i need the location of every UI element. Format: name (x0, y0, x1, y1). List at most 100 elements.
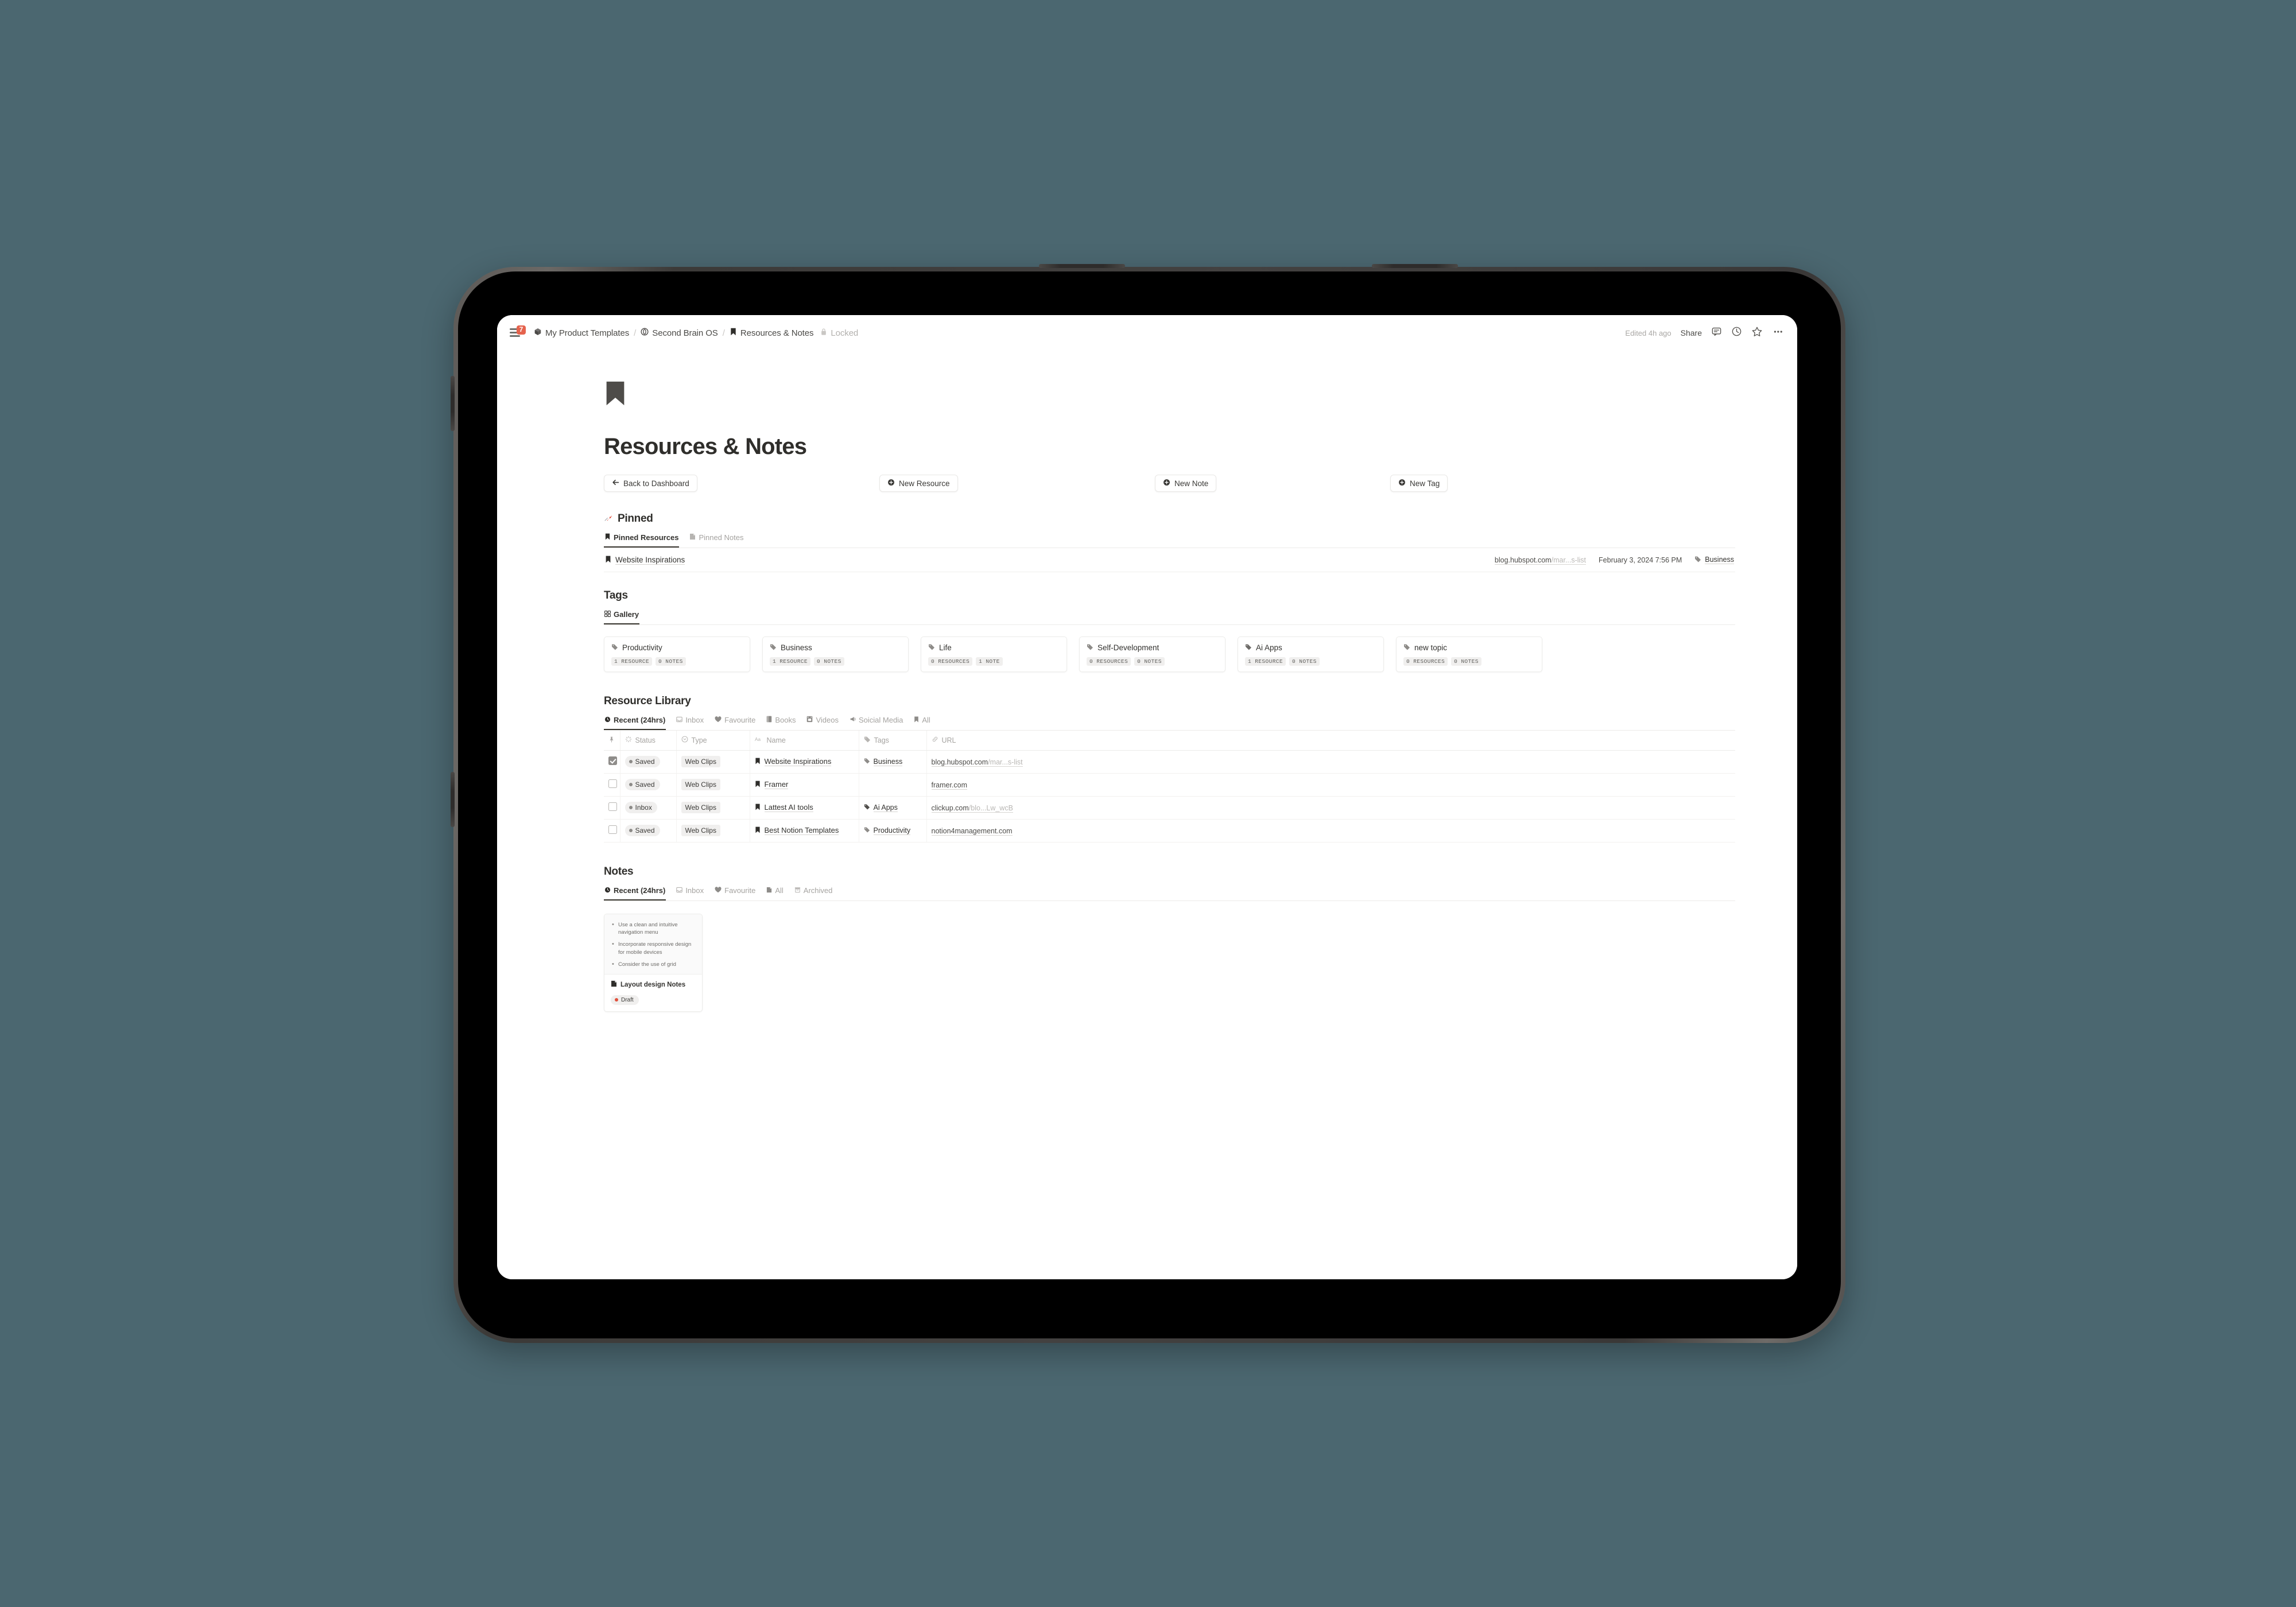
note-icon (689, 533, 696, 542)
history-clock-icon[interactable] (1731, 326, 1742, 340)
tab-label: Videos (816, 716, 839, 724)
tag-card[interactable]: Business 1 RESOURCE 0 NOTES (762, 636, 909, 672)
tab-gallery[interactable]: Gallery (604, 610, 640, 624)
column-header-tags[interactable]: Tags (859, 731, 927, 751)
column-header-status[interactable]: Status (620, 731, 677, 751)
tag-card[interactable]: Productivity 1 RESOURCE 0 NOTES (604, 636, 750, 672)
tab-all[interactable]: All (913, 716, 930, 730)
url-main: blog.hubspot.com (1494, 556, 1552, 565)
row-name-cell[interactable]: Website Inspirations (750, 750, 859, 774)
share-button[interactable]: Share (1681, 328, 1702, 337)
tab-pinned-resources[interactable]: Pinned Resources (604, 533, 680, 548)
breadcrumb-item-resources-and-notes[interactable]: Resources & Notes (726, 326, 817, 340)
new-tag-button[interactable]: New Tag (1390, 475, 1448, 492)
volume-down-button[interactable] (451, 772, 455, 827)
row-type-cell[interactable]: Web Clips (676, 773, 750, 797)
secondary-top-button[interactable] (1372, 264, 1458, 268)
row-checkbox[interactable] (608, 756, 617, 765)
row-url-cell[interactable]: blog.hubspot.com/mar...s-list (926, 750, 1735, 774)
status-label: Inbox (635, 804, 652, 812)
pinned-resource-url[interactable]: blog.hubspot.com/mar...s-list (1494, 556, 1587, 565)
row-checkbox[interactable] (608, 802, 617, 811)
tab-label: Recent (24hrs) (614, 886, 666, 895)
heart-icon (715, 886, 722, 895)
more-options-icon[interactable] (1772, 326, 1783, 340)
breadcrumb-item-my-product-templates[interactable]: My Product Templates (530, 326, 633, 340)
tab-notes-recent-24hrs[interactable]: Recent (24hrs) (604, 886, 666, 900)
page-title[interactable]: Resources & Notes (604, 434, 1735, 460)
table-row[interactable]: Saved Web Clips Website Inspirations Bus… (604, 750, 1735, 774)
tag-icon (864, 736, 871, 744)
tag-text: Business (1705, 556, 1734, 564)
column-header-pin[interactable] (604, 731, 620, 751)
volume-up-button[interactable] (451, 376, 455, 431)
tab-recent-24hrs[interactable]: Recent (24hrs) (604, 716, 666, 730)
tags-view-tabs: Gallery (604, 610, 1735, 625)
status-label: Draft (621, 996, 634, 1003)
pinned-resource-row[interactable]: Website Inspirations blog.hubspot.com/ma… (604, 548, 1735, 572)
tag-card[interactable]: new topic 0 RESOURCES 0 NOTES (1396, 636, 1542, 672)
tab-books[interactable]: Books (766, 716, 796, 730)
row-status-cell[interactable]: Saved (620, 773, 677, 797)
tab-videos[interactable]: Videos (806, 716, 839, 730)
row-name-cell[interactable]: Lattest AI tools (750, 796, 859, 820)
table-row[interactable]: Saved Web Clips Best Notion Templates Pr… (604, 819, 1735, 843)
row-name-cell[interactable]: Best Notion Templates (750, 819, 859, 843)
row-checkbox-cell[interactable] (604, 819, 620, 843)
table-row[interactable]: Inbox Web Clips Lattest AI tools Ai Apps… (604, 796, 1735, 820)
table-row[interactable]: Saved Web Clips Framer framer.com (604, 773, 1735, 797)
row-checkbox-cell[interactable] (604, 773, 620, 797)
row-checkbox[interactable] (608, 825, 617, 834)
page-bookmark-icon[interactable] (604, 379, 1735, 410)
power-button[interactable] (1039, 264, 1125, 268)
row-url-cell[interactable]: notion4management.com (926, 819, 1735, 843)
new-resource-button[interactable]: New Resource (879, 475, 958, 492)
lock-icon (820, 328, 827, 339)
column-label: Status (635, 736, 656, 744)
tag-card[interactable]: Life 0 RESOURCES 1 NOTE (921, 636, 1067, 672)
row-checkbox-cell[interactable] (604, 750, 620, 774)
row-type-cell[interactable]: Web Clips (676, 796, 750, 820)
row-tag-cell[interactable]: Business (859, 750, 927, 774)
top-bar-actions: Edited 4h ago Share (1625, 326, 1783, 340)
row-tag-cell[interactable]: Productivity (859, 819, 927, 843)
sidebar-toggle-icon[interactable]: 7 (510, 325, 526, 339)
tag-card[interactable]: Ai Apps 1 RESOURCE 0 NOTES (1238, 636, 1384, 672)
notes-gallery: Use a clean and intuitive navigation men… (604, 913, 1735, 1012)
column-header-url[interactable]: URL (926, 731, 1735, 751)
breadcrumb-item-second-brain-os[interactable]: Second Brain OS (637, 326, 721, 340)
tab-inbox[interactable]: Inbox (676, 716, 704, 730)
row-checkbox[interactable] (608, 779, 617, 788)
column-header-name[interactable]: Aa Name (750, 731, 859, 751)
row-tag-cell[interactable] (859, 773, 927, 797)
locked-indicator[interactable]: Locked (817, 326, 862, 340)
row-url-cell[interactable]: clickup.com/blo...Lw_wcB (926, 796, 1735, 820)
row-type-cell[interactable]: Web Clips (676, 819, 750, 843)
new-note-button[interactable]: New Note (1155, 475, 1217, 492)
pinned-resource-name[interactable]: Website Inspirations (605, 556, 685, 565)
comment-icon[interactable] (1711, 326, 1722, 340)
tab-notes-all[interactable]: All (766, 886, 784, 900)
column-header-type[interactable]: Type (676, 731, 750, 751)
pinned-resource-tag[interactable]: Business (1694, 556, 1734, 564)
row-status-cell[interactable]: Saved (620, 819, 677, 843)
status-label: Saved (635, 781, 655, 789)
row-type-cell[interactable]: Web Clips (676, 750, 750, 774)
row-checkbox-cell[interactable] (604, 796, 620, 820)
tab-soicial-media[interactable]: Soicial Media (849, 716, 903, 730)
page-scroll-area[interactable]: Resources & Notes Back to Dashboard New … (497, 351, 1797, 1279)
tab-favourite[interactable]: Favourite (714, 716, 756, 730)
tab-notes-favourite[interactable]: Favourite (714, 886, 756, 900)
row-tag-cell[interactable]: Ai Apps (859, 796, 927, 820)
note-card[interactable]: Use a clean and intuitive navigation men… (604, 913, 703, 1012)
back-to-dashboard-button[interactable]: Back to Dashboard (604, 475, 697, 492)
row-status-cell[interactable]: Saved (620, 750, 677, 774)
tab-pinned-notes[interactable]: Pinned Notes (689, 533, 744, 548)
tag-card[interactable]: Self-Development 0 RESOURCES 0 NOTES (1079, 636, 1225, 672)
row-name-cell[interactable]: Framer (750, 773, 859, 797)
row-url-cell[interactable]: framer.com (926, 773, 1735, 797)
star-icon[interactable] (1751, 326, 1763, 340)
tab-notes-inbox[interactable]: Inbox (676, 886, 704, 900)
row-status-cell[interactable]: Inbox (620, 796, 677, 820)
tab-notes-archived[interactable]: Archived (794, 886, 833, 900)
